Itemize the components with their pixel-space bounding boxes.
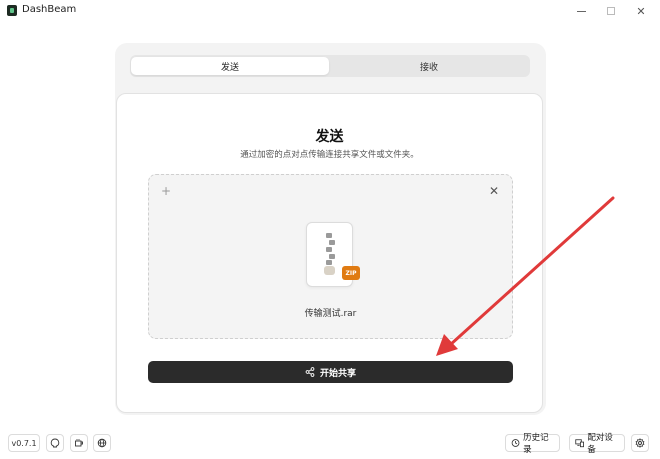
history-label: 历史记录 [523, 433, 549, 455]
history-icon [511, 439, 520, 447]
send-subtitle: 通过加密的点对点传输连接共享文件或文件夹。 [240, 150, 419, 160]
coffee-icon [75, 439, 83, 447]
start-share-button[interactable]: 开始共享 [148, 361, 513, 383]
minimize-button[interactable] [565, 0, 597, 22]
clear-selection-icon[interactable]: ✕ [488, 185, 500, 197]
tab-receive[interactable]: 接收 [330, 57, 528, 75]
send-title: 发送 [315, 129, 344, 145]
maximize-icon [607, 7, 615, 15]
github-button[interactable] [46, 434, 64, 452]
history-button[interactable]: 历史记录 [505, 433, 560, 455]
tab-send[interactable]: 发送 [131, 57, 329, 75]
zip-teeth-icon [326, 260, 332, 265]
coffee-button[interactable] [70, 434, 88, 452]
close-window-icon: ✕ [636, 4, 646, 18]
gear-icon [635, 438, 645, 448]
zip-teeth-icon [326, 247, 332, 252]
start-share-label: 开始共享 [319, 368, 356, 379]
window-title: DashBeam [22, 4, 77, 15]
maximize-button[interactable] [595, 0, 627, 22]
app-logo-icon [7, 5, 17, 16]
share-icon [305, 367, 315, 377]
add-file-icon[interactable]: + [160, 185, 172, 197]
zip-teeth-icon [326, 233, 332, 238]
settings-button[interactable] [631, 434, 649, 452]
close-window-button[interactable]: ✕ [625, 0, 657, 22]
zip-pull-icon [324, 266, 335, 275]
zip-teeth-icon [329, 254, 335, 259]
minimize-icon [576, 10, 586, 12]
version-badge: v0.7.1 [8, 434, 40, 452]
pair-device-label: 配对设备 [587, 433, 613, 455]
file-type-badge: ZIP [342, 266, 360, 280]
title-bar: DashBeam ✕ [0, 0, 660, 22]
github-icon [50, 438, 60, 448]
mode-tabs: 发送 接收 [130, 55, 530, 77]
zip-teeth-icon [329, 240, 335, 245]
file-name: 传输测试.rar [304, 309, 357, 319]
language-button[interactable] [93, 434, 111, 452]
devices-icon [575, 439, 584, 448]
globe-icon [97, 438, 107, 448]
pair-device-button[interactable]: 配对设备 [569, 433, 625, 455]
